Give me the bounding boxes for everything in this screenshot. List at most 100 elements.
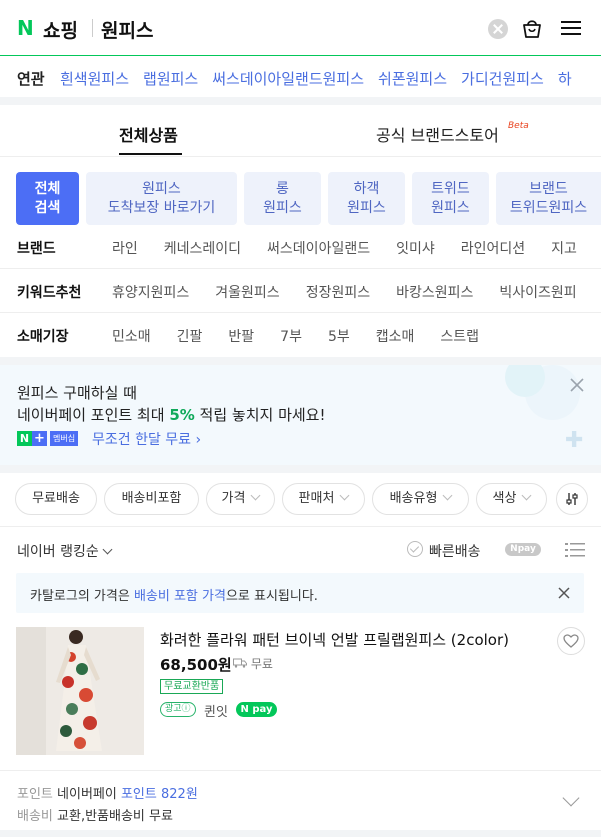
tab-all-products[interactable]: 전체상품 (119, 122, 178, 146)
ship-key: 배송비 (17, 809, 53, 824)
related-list: 흰색원피스 랩원피스 써스데이아일랜드원피스 쉬폰원피스 가디건원피스 하 (60, 68, 572, 89)
chip-label: 롱 (276, 181, 289, 197)
filter-settings-button[interactable] (556, 483, 588, 515)
wishlist-button[interactable] (557, 627, 585, 655)
chip-guaranteed-delivery[interactable]: 원피스 도착보장 바로가기 (86, 172, 237, 225)
chip-guest-dress[interactable]: 하객 원피스 (328, 172, 405, 225)
notice-text: 카탈로그의 가격은 배송비 포함 가격으로 표시됩니다. (30, 585, 318, 604)
chip-tweed-dress[interactable]: 트위드 원피스 (412, 172, 489, 225)
close-icon[interactable] (569, 377, 585, 393)
filter-option[interactable]: 케네스레이디 (164, 238, 241, 258)
notice-pre: 카탈로그의 가격은 (30, 589, 134, 604)
chip-label: 원피스 (263, 200, 302, 216)
clear-search-button[interactable] (488, 19, 508, 39)
filter-option[interactable]: 휴양지원피스 (112, 282, 189, 302)
filter-option[interactable]: 써스데이아일랜드 (267, 238, 370, 258)
chevron-down-icon (522, 490, 532, 501)
filter-option[interactable]: 빅사이즈원피 (499, 282, 576, 302)
npay-membership-badge: N + 멤버십 (17, 431, 79, 446)
close-icon[interactable] (557, 586, 571, 600)
pill-seller[interactable]: 판매처 (282, 483, 365, 515)
pill-price[interactable]: 가격 (206, 483, 275, 515)
chip-label: 검색 (34, 200, 61, 216)
list-view-icon[interactable] (565, 542, 585, 558)
truck-icon (233, 658, 247, 668)
filter-option[interactable]: 라인어디션 (461, 238, 525, 258)
filter-option[interactable]: 긴팔 (177, 326, 203, 346)
product-image[interactable] (16, 627, 144, 755)
related-item[interactable]: 쉬폰원피스 (378, 68, 447, 89)
product-title[interactable]: 화려한 플라워 패턴 브이넥 언발 프릴랩원피스 (2color) (160, 629, 540, 650)
filter-option[interactable]: 겨울원피스 (215, 282, 279, 302)
filter-option[interactable]: 스트랩 (440, 326, 479, 346)
membership-label: 멤버십 (50, 431, 79, 446)
sliders-icon (566, 493, 578, 505)
filter-option[interactable]: 라인 (112, 238, 138, 258)
product-tabs: 전체상품 공식 브랜드스토어 Beta (0, 105, 601, 157)
naver-logo[interactable]: N (17, 18, 37, 38)
related-item[interactable]: 흰색원피스 (60, 68, 129, 89)
fast-delivery-label[interactable]: 빠른배송 (429, 541, 481, 561)
ad-badge[interactable]: 광고ⓘ (160, 702, 196, 717)
chevron-down-icon[interactable] (562, 789, 580, 807)
search-query[interactable]: 원피스 (101, 16, 153, 43)
filter-option[interactable]: 캡소매 (376, 326, 415, 346)
filter-items: 라인 케네스레이디 써스데이아일랜드 잇미샤 라인어디션 지고 (112, 238, 577, 258)
filter-option[interactable]: 7부 (280, 326, 302, 346)
filter-label: 키워드추천 (17, 285, 82, 301)
sort-dropdown[interactable]: 네이버 랭킹순 (17, 541, 113, 561)
filter-option[interactable]: 5부 (328, 326, 350, 346)
filter-option[interactable]: 바캉스원피스 (396, 282, 473, 302)
pill-shipping-included[interactable]: 배송비포함 (104, 483, 199, 515)
related-item[interactable]: 랩원피스 (143, 68, 198, 89)
point-pre: 네이버페이 (57, 787, 121, 802)
chevron-down-icon (251, 490, 261, 501)
chip-all-search[interactable]: 전체 검색 (16, 172, 79, 225)
seller-name[interactable]: 퀸잇 (204, 701, 228, 720)
filter-option[interactable]: 지고 (551, 238, 577, 258)
filter-row-brand: 브랜드 라인 케네스레이디 써스데이아일랜드 잇미샤 라인어디션 지고 (0, 225, 601, 269)
npay-filter-toggle[interactable]: Npay (505, 543, 541, 556)
filter-items: 휴양지원피스 겨울원피스 정장원피스 바캉스원피스 빅사이즈원피 (112, 282, 577, 302)
filter-label: 소매기장 (17, 329, 69, 345)
filter-option[interactable]: 잇미샤 (396, 238, 435, 258)
filter-label: 브랜드 (17, 241, 56, 257)
plus-decoration-icon: ✚ (565, 428, 584, 453)
npay-promo-banner[interactable]: ✚ 원피스 구매하실 때 네이버페이 포인트 최대 5% 적립 놓치지 마세요!… (0, 365, 601, 465)
pill-label: 무료배송 (32, 491, 80, 506)
filter-option[interactable]: 정장원피스 (306, 282, 370, 302)
shopping-title[interactable]: 쇼핑 (43, 16, 78, 43)
shipping-fee: 무료 (250, 657, 273, 671)
chip-long-dress[interactable]: 롱 원피스 (244, 172, 321, 225)
pill-label: 배송유형 (389, 491, 438, 506)
pill-free-shipping[interactable]: 무료배송 (15, 483, 97, 515)
related-item[interactable]: 써스데이아일랜드원피스 (212, 68, 364, 89)
section-divider (0, 465, 601, 473)
catalog-price-notice: 카탈로그의 가격은 배송비 포함 가격으로 표시됩니다. (16, 573, 584, 613)
tab-brand-store[interactable]: 공식 브랜드스토어 (376, 122, 499, 146)
sort-row: 네이버 랭킹순 빠른배송 Npay (0, 526, 601, 572)
chip-label: 브랜드 (529, 181, 568, 197)
chip-label: 도착보장 바로가기 (107, 200, 216, 216)
filter-option[interactable]: 민소매 (112, 326, 151, 346)
menu-icon[interactable] (560, 18, 582, 38)
naver-n-icon: N (17, 431, 32, 446)
related-searches: 연관 흰색원피스 랩원피스 써스데이아일랜드원피스 쉬폰원피스 가디건원피스 하 (0, 57, 601, 97)
promo-text: 네이버페이 포인트 최대 5% 적립 놓치지 마세요! (17, 404, 326, 425)
promo-link[interactable]: 무조건 한달 무료 › (92, 429, 201, 449)
related-item[interactable]: 가디건원피스 (461, 68, 544, 89)
chevron-down-icon (442, 490, 453, 501)
pill-shipping-type[interactable]: 배송유형 (372, 483, 469, 515)
header: N 쇼핑 원피스 (0, 0, 601, 56)
shopping-bag-icon[interactable] (521, 17, 543, 39)
fast-delivery-check-icon[interactable] (407, 541, 423, 557)
pill-color[interactable]: 색상 (476, 483, 547, 515)
related-item[interactable]: 하 (558, 68, 572, 89)
promo-text-post: 적립 놓치지 마세요! (194, 406, 326, 424)
point-link[interactable]: 포인트 (121, 787, 157, 802)
filter-option[interactable]: 반팔 (228, 326, 254, 346)
notice-post: 으로 표시됩니다. (225, 589, 318, 604)
chip-label: 원피스 (142, 181, 181, 197)
pill-label: 가격 (221, 491, 246, 506)
chip-brand-tweed[interactable]: 브랜드 트위드원피스 (496, 172, 601, 225)
